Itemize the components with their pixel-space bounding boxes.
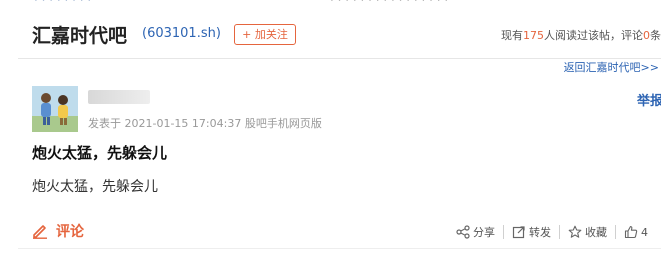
thumbs-up-icon — [624, 225, 638, 239]
stock-code-link[interactable]: (603101.sh) — [142, 26, 221, 41]
action-divider — [615, 225, 616, 239]
avatar-image — [32, 86, 78, 132]
favorite-button[interactable]: 收藏 — [568, 224, 607, 240]
comment-button[interactable]: 评论 — [32, 221, 84, 241]
share-icon — [456, 225, 470, 239]
post-actions: 分享 转发 收藏 4 — [456, 223, 648, 241]
action-divider — [559, 225, 560, 239]
author-name-blurred[interactable] — [88, 90, 150, 104]
readers-suffix: 条 — [650, 29, 661, 42]
pencil-icon — [33, 225, 47, 239]
favorite-label: 收藏 — [585, 226, 607, 239]
report-button[interactable]: 举报 — [637, 90, 661, 109]
readers-mid: 人阅读过该帖，评论 — [544, 29, 643, 42]
avatar[interactable] — [32, 86, 78, 132]
back-to-bar-link[interactable]: 返回汇嘉时代吧>> — [564, 59, 659, 75]
like-button[interactable]: 4 — [624, 225, 648, 239]
star-icon — [568, 225, 582, 238]
forward-icon — [512, 226, 525, 239]
comment-label: 评论 — [56, 224, 84, 240]
share-button[interactable]: 分享 — [456, 224, 495, 240]
readers-count: 175 — [523, 29, 544, 42]
readers-prefix: 现有 — [501, 29, 523, 42]
forward-label: 转发 — [529, 226, 551, 239]
follow-button[interactable]: + 加关注 — [234, 24, 296, 45]
post-bottom-divider — [18, 248, 661, 249]
share-label: 分享 — [473, 226, 495, 239]
top-nav-left: · · · · · · · · — [34, 0, 92, 7]
bar-name[interactable]: 汇嘉时代吧 — [32, 21, 127, 48]
top-nav-right: · · · · · · · · · · · · · · · · — [330, 0, 449, 7]
forward-button[interactable]: 转发 — [512, 224, 551, 240]
action-divider — [503, 225, 504, 239]
post-meta: 发表于 2021-01-15 17:04:37 股吧手机网页版 — [88, 117, 322, 130]
post-title: 炮火太猛，先躲会儿 — [32, 144, 168, 162]
top-nav-strip: · · · · · · · · · · · · · · · · · · · · … — [0, 0, 661, 8]
reader-stats: 现有175人阅读过该帖，评论0条 — [501, 27, 661, 43]
comments-count: 0 — [643, 29, 650, 42]
like-count: 4 — [641, 225, 648, 239]
post-content: 炮火太猛，先躲会儿 — [32, 179, 158, 195]
